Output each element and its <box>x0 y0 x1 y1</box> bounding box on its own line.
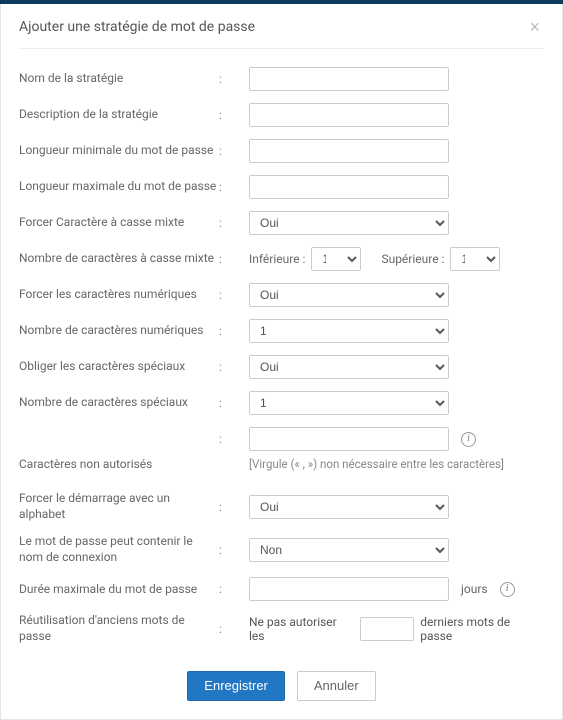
uppercase-count-label: Supérieure : <box>381 252 444 266</box>
label-numeric-count: Nombre de caractères numériques <box>19 323 219 339</box>
row-min-length: Longueur minimale du mot de passe : <box>19 133 544 169</box>
colon: : <box>219 216 249 230</box>
row-special-count: Nombre de caractères spéciaux : 1 <box>19 385 544 421</box>
row-force-special: Obliger les caractères spéciaux : Oui <box>19 349 544 385</box>
colon: : <box>219 500 249 514</box>
modal-header: Ajouter une stratégie de mot de passe × <box>19 4 544 49</box>
label-force-special: Obliger les caractères spéciaux <box>19 359 219 375</box>
label-special-count: Nombre de caractères spéciaux <box>19 395 219 411</box>
label-contain-login: Le mot de passe peut contenir le nom de … <box>19 534 219 565</box>
save-button[interactable]: Enregistrer <box>187 671 285 701</box>
disallowed-hint: [Virgule (« , ») non nécessaire entre le… <box>249 457 504 471</box>
uppercase-count-select[interactable]: 1 <box>450 247 500 271</box>
row-policy-desc: Description de la stratégie : <box>19 97 544 133</box>
colon: : <box>219 324 249 338</box>
max-age-suffix: jours <box>461 582 488 596</box>
row-disallowed-input: : i <box>19 421 544 457</box>
label-force-mixed: Forcer Caractère à casse mixte <box>19 215 219 231</box>
row-disallowed-label: Caractères non autorisés [Virgule (« , »… <box>19 457 544 485</box>
label-max-age: Durée maximale du mot de passe <box>19 582 219 598</box>
lowercase-count-select[interactable]: 1 <box>311 247 361 271</box>
label-policy-desc: Description de la stratégie <box>19 107 219 123</box>
row-force-mixed: Forcer Caractère à casse mixte : Oui <box>19 205 544 241</box>
label-start-alpha: Forcer le démarrage avec un alphabet <box>19 491 219 522</box>
label-policy-name: Nom de la stratégie <box>19 71 219 87</box>
force-mixed-select[interactable]: Oui <box>249 211 449 235</box>
info-icon[interactable]: i <box>500 582 515 597</box>
colon: : <box>219 72 249 86</box>
row-contain-login: Le mot de passe peut contenir le nom de … <box>19 528 544 571</box>
colon: : <box>219 432 249 446</box>
row-max-age: Durée maximale du mot de passe : jours i <box>19 571 544 607</box>
policy-desc-input[interactable] <box>249 103 449 127</box>
row-max-length: Longueur maximale du mot de passe : <box>19 169 544 205</box>
force-special-select[interactable]: Oui <box>249 355 449 379</box>
colon: : <box>219 396 249 410</box>
info-icon[interactable]: i <box>461 432 476 447</box>
lowercase-count-label: Inférieure : <box>249 252 305 266</box>
max-length-input[interactable] <box>249 175 449 199</box>
label-reuse: Réutilisation d'anciens mots de passe <box>19 613 219 644</box>
row-mixed-count: Nombre de caractères à casse mixte : Inf… <box>19 241 544 277</box>
row-start-alpha: Forcer le démarrage avec un alphabet : O… <box>19 485 544 528</box>
disallowed-chars-input[interactable] <box>249 427 449 451</box>
colon: : <box>219 360 249 374</box>
label-max-length: Longueur maximale du mot de passe <box>19 179 219 195</box>
modal-footer: Enregistrer Annuler <box>19 651 544 701</box>
min-length-input[interactable] <box>249 139 449 163</box>
numeric-count-select[interactable]: 1 <box>249 319 449 343</box>
colon: : <box>219 144 249 158</box>
colon: : <box>219 622 249 636</box>
colon: : <box>219 108 249 122</box>
row-force-numeric: Forcer les caractères numériques : Oui <box>19 277 544 313</box>
start-alpha-select[interactable]: Oui <box>249 495 449 519</box>
policy-name-input[interactable] <box>249 67 449 91</box>
label-min-length: Longueur minimale du mot de passe <box>19 143 219 159</box>
label-disallowed: Caractères non autorisés <box>19 457 219 473</box>
cancel-button[interactable]: Annuler <box>297 671 376 701</box>
label-mixed-count: Nombre de caractères à casse mixte <box>19 251 219 267</box>
row-policy-name: Nom de la stratégie : <box>19 61 544 97</box>
reuse-prefix-text: Ne pas autoriser les <box>249 615 354 643</box>
row-reuse: Réutilisation d'anciens mots de passe : … <box>19 607 544 650</box>
label-force-numeric: Forcer les caractères numériques <box>19 287 219 303</box>
colon: : <box>219 288 249 302</box>
colon: : <box>219 543 249 557</box>
colon: : <box>219 180 249 194</box>
colon: : <box>219 582 249 596</box>
colon: : <box>219 252 249 266</box>
reuse-suffix-text: derniers mots de passe <box>420 615 544 643</box>
contain-login-select[interactable]: Non <box>249 538 449 562</box>
reuse-count-input[interactable] <box>360 617 414 641</box>
force-numeric-select[interactable]: Oui <box>249 283 449 307</box>
close-icon[interactable]: × <box>525 18 544 36</box>
row-numeric-count: Nombre de caractères numériques : 1 <box>19 313 544 349</box>
modal-title: Ajouter une stratégie de mot de passe <box>19 19 255 35</box>
add-password-policy-modal: Ajouter une stratégie de mot de passe × … <box>0 4 563 720</box>
special-count-select[interactable]: 1 <box>249 391 449 415</box>
